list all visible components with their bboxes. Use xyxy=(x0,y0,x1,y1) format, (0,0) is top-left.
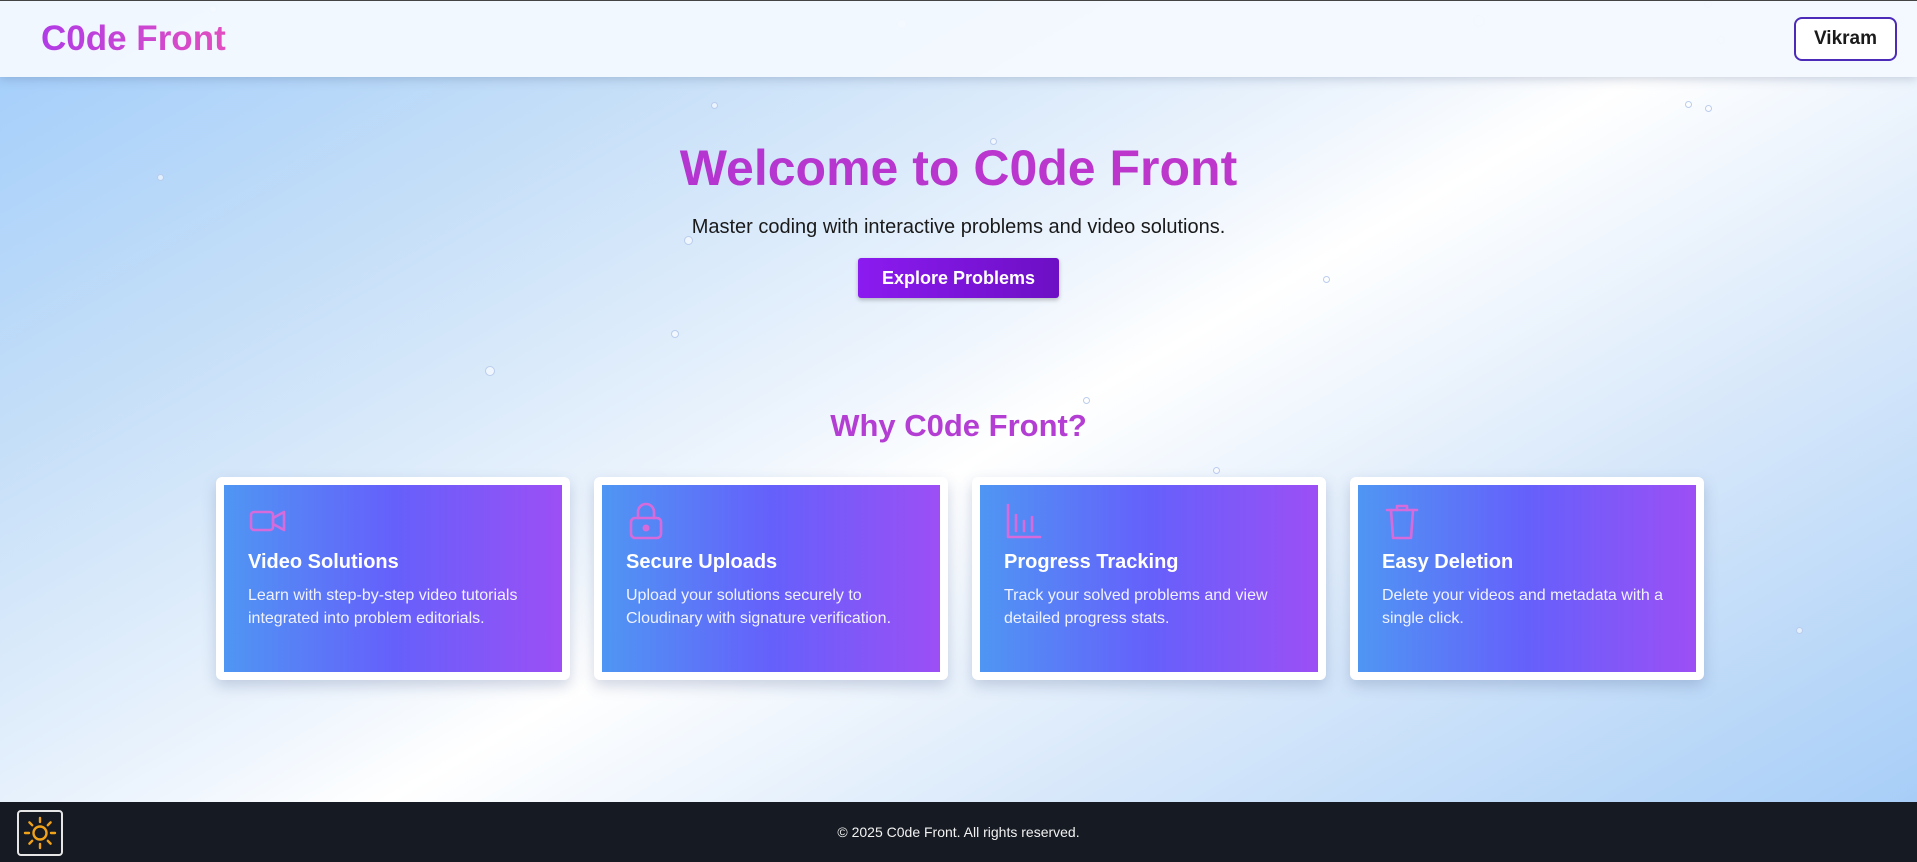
copyright-text: © 2025 C0de Front. All rights reserved. xyxy=(837,824,1080,840)
feature-card-easy-deletion: Easy Deletion Delete your videos and met… xyxy=(1350,477,1704,680)
hero-subtitle: Master coding with interactive problems … xyxy=(691,216,1226,238)
video-camera-icon xyxy=(249,510,286,532)
feature-title: Video Solutions xyxy=(248,551,399,573)
feature-description: Learn with step-by-step video tutorials … xyxy=(248,587,518,627)
feature-card-progress-tracking: Progress Tracking Track your solved prob… xyxy=(972,477,1326,680)
feature-description: Upload your solutions securely to Cloudi… xyxy=(626,587,892,627)
feature-cards: Video Solutions Learn with step-by-step … xyxy=(216,477,1704,680)
feature-card-secure-uploads: Secure Uploads Upload your solutions sec… xyxy=(594,477,948,680)
hero-section: Welcome to C0de Front Master coding with… xyxy=(0,140,1917,298)
background-bubble xyxy=(711,102,718,109)
feature-description: Track your solved problems and view deta… xyxy=(1004,587,1268,627)
feature-title: Secure Uploads xyxy=(626,551,778,573)
trash-icon xyxy=(1385,504,1419,540)
hero-title: Welcome to C0de Front xyxy=(0,140,1917,196)
background-bubble xyxy=(671,330,679,338)
explore-problems-button[interactable]: Explore Problems xyxy=(857,258,1060,298)
background-bubble xyxy=(1705,105,1712,112)
background-bubble xyxy=(1083,397,1090,404)
sun-icon xyxy=(23,816,57,850)
feature-card-video-solutions: Video Solutions Learn with step-by-step … xyxy=(216,477,570,680)
site-footer: © 2025 C0de Front. All rights reserved. xyxy=(0,802,1917,862)
feature-description: Delete your videos and metadata with a s… xyxy=(1382,587,1664,627)
feature-title: Progress Tracking xyxy=(1004,551,1179,573)
theme-toggle-button[interactable] xyxy=(17,810,63,856)
background-bubble xyxy=(1213,467,1220,474)
user-menu-button[interactable]: Vikram xyxy=(1793,17,1897,61)
feature-title: Easy Deletion xyxy=(1382,551,1514,573)
features-heading: Why C0de Front? xyxy=(830,408,1087,443)
background-bubble xyxy=(485,366,495,376)
background-bubble xyxy=(1796,627,1803,634)
lock-icon xyxy=(629,502,663,540)
bar-chart-icon xyxy=(1006,503,1042,539)
background-bubble xyxy=(1685,101,1692,108)
site-logo[interactable]: C0de Front xyxy=(41,19,226,59)
top-navbar: C0de Front Vikram xyxy=(0,0,1917,77)
